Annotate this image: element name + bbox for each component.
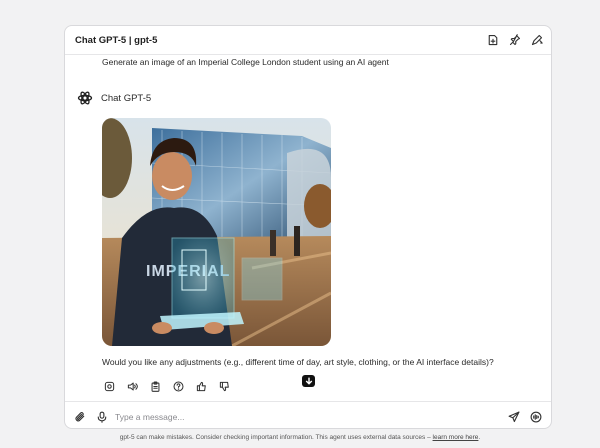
disclaimer: gpt-5 can make mistakes. Consider checki… bbox=[0, 434, 600, 441]
thumbs-down-icon[interactable] bbox=[216, 378, 232, 394]
disclaimer-text: gpt-5 can make mistakes. Consider checki… bbox=[119, 434, 433, 441]
chat-window: Chat GPT-5 | gpt-5 Generate an image of … bbox=[64, 25, 552, 429]
help-icon[interactable] bbox=[170, 378, 186, 394]
assistant-header: Chat GPT-5 bbox=[77, 90, 151, 106]
learn-more-link[interactable]: learn more here bbox=[433, 434, 479, 441]
message-actions bbox=[101, 378, 232, 394]
chat-header: Chat GPT-5 | gpt-5 bbox=[65, 26, 551, 55]
voice-mode-icon[interactable] bbox=[528, 409, 544, 425]
generated-image[interactable]: IMPERIAL bbox=[102, 118, 331, 346]
composer bbox=[65, 401, 551, 428]
arrow-down-icon bbox=[305, 377, 312, 385]
assistant-followup: Would you like any adjustments (e.g., di… bbox=[102, 357, 494, 367]
header-actions bbox=[485, 32, 545, 48]
read-aloud-icon[interactable] bbox=[124, 378, 140, 394]
thumbs-up-icon[interactable] bbox=[193, 378, 209, 394]
disclaimer-suffix: . bbox=[478, 434, 481, 441]
message-input[interactable] bbox=[115, 408, 495, 425]
chat-title: Chat GPT-5 | gpt-5 bbox=[75, 34, 158, 46]
send-icon[interactable] bbox=[506, 409, 522, 425]
attach-icon[interactable] bbox=[72, 409, 88, 425]
microphone-icon[interactable] bbox=[94, 409, 110, 425]
openai-logo-icon bbox=[77, 90, 93, 106]
assistant-name: Chat GPT-5 bbox=[101, 92, 152, 104]
pin-icon[interactable] bbox=[507, 32, 523, 48]
new-chat-icon[interactable] bbox=[485, 32, 501, 48]
clipboard-icon[interactable] bbox=[147, 378, 163, 394]
scroll-down-button[interactable] bbox=[302, 375, 315, 387]
user-message: Generate an image of an Imperial College… bbox=[102, 57, 389, 67]
edit-icon[interactable] bbox=[529, 32, 545, 48]
copy-image-icon[interactable] bbox=[101, 378, 117, 394]
